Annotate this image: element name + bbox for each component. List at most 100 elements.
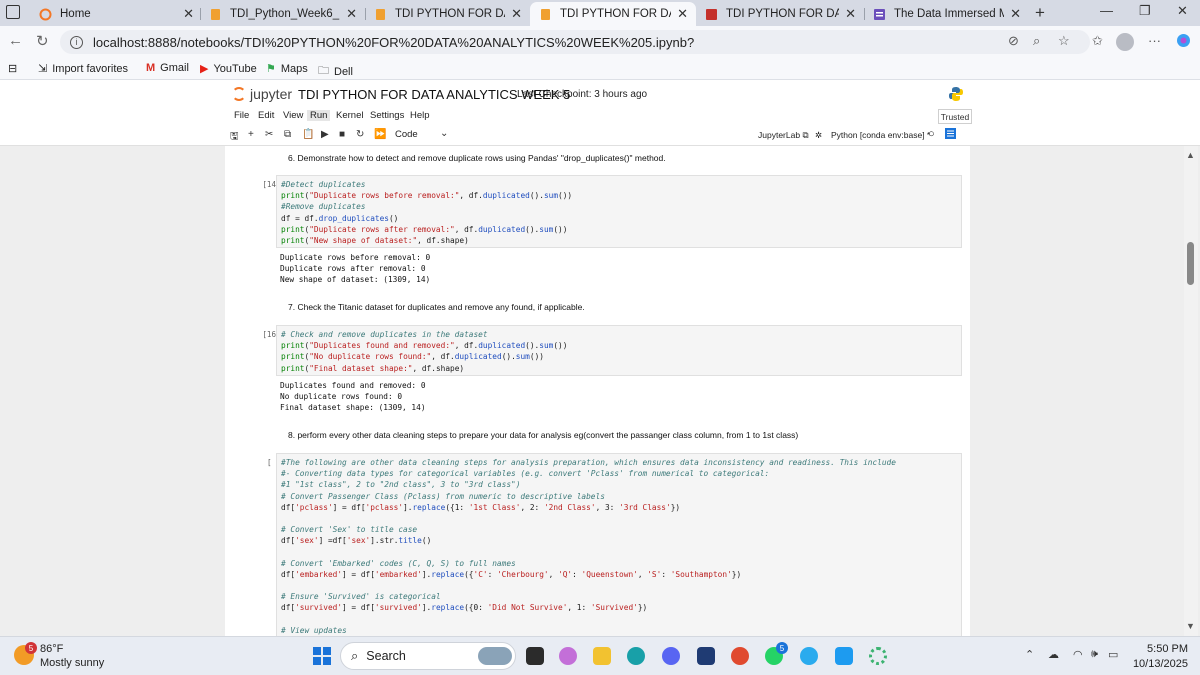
edge-app-icon[interactable] [627, 647, 645, 665]
browser-tab-tdi-active[interactable]: TDI PYTHON FOR DATA ANA ✕ [530, 2, 696, 26]
windows-start-icon[interactable] [313, 647, 331, 665]
jupyter-logo-icon [232, 87, 246, 101]
search-icon: ⌕ [351, 648, 359, 663]
copilot-app-icon[interactable] [559, 647, 577, 665]
code-cell-cleaning[interactable]: #The following are other data cleaning s… [276, 453, 962, 636]
weather-condition[interactable]: Mostly sunny [40, 657, 104, 669]
close-tab-icon[interactable]: ✕ [845, 6, 856, 22]
stop-icon[interactable]: ■ [339, 129, 345, 140]
battery-icon[interactable]: ▭ [1108, 648, 1118, 661]
close-tab-icon[interactable]: ✕ [511, 6, 522, 22]
menu-view[interactable]: View [280, 110, 306, 121]
twitter-icon[interactable] [835, 647, 853, 665]
code-cell-14[interactable]: #Detect duplicates print("Duplicate rows… [276, 175, 962, 248]
weather-temperature[interactable]: 86°F [40, 643, 63, 655]
cut-icon[interactable]: ✂ [265, 129, 273, 140]
jupyter-logo[interactable]: jupyter [232, 86, 292, 102]
kernel-name[interactable]: Python [conda env:base] * [831, 130, 930, 140]
close-tab-icon[interactable]: ✕ [346, 6, 357, 22]
browser-tab-home[interactable]: Home ✕ [30, 2, 202, 26]
store-icon[interactable] [697, 647, 715, 665]
chevron-down-icon[interactable]: ⌄ [440, 128, 448, 139]
browser-tab-week6-eda[interactable]: TDI_Python_Week6_EDA (1) ✕ [200, 2, 365, 26]
favorite-star-icon[interactable]: ☆ [1058, 33, 1070, 49]
cell-type-select[interactable]: Code [395, 129, 418, 140]
window-menu-icon[interactable] [6, 5, 20, 19]
tracking-prevention-icon[interactable]: ⊘ [1008, 33, 1019, 49]
settings-gear-icon[interactable]: ✲ [815, 130, 822, 141]
tab-title: TDI PYTHON FOR DATA ANA [395, 8, 505, 20]
chrome-icon[interactable] [731, 647, 749, 665]
site-info-icon[interactable]: i [70, 35, 83, 49]
tab-title: The Data Immersed Main Su [894, 8, 1005, 20]
favorite-maps[interactable]: ⚑ Maps [266, 62, 308, 76]
close-window-icon[interactable]: ✕ [1177, 3, 1188, 19]
favorites-toggle-icon[interactable]: ⊟ [8, 62, 17, 75]
favorite-youtube[interactable]: ▶ YouTube [200, 62, 257, 76]
loading-app-icon[interactable] [869, 647, 887, 665]
code-cell-16[interactable]: # Check and remove duplicates in the dat… [276, 325, 962, 376]
jupyterlab-link[interactable]: JupyterLab ⧉ [758, 130, 809, 141]
markdown-cell-6[interactable]: 6. Demonstrate how to detect and remove … [288, 153, 666, 163]
zoom-icon[interactable]: ⌕ [1033, 33, 1040, 49]
notebook-scrollbar[interactable] [1184, 146, 1198, 636]
menu-run[interactable]: Run [307, 110, 331, 121]
task-view-icon[interactable] [526, 647, 544, 665]
telegram-icon[interactable] [800, 647, 818, 665]
menu-kernel[interactable]: Kernel [333, 110, 366, 121]
menu-settings[interactable]: Settings [367, 110, 407, 121]
restore-icon[interactable]: ❐ [1139, 3, 1151, 19]
file-explorer-icon[interactable] [593, 647, 611, 665]
menu-edit[interactable]: Edit [255, 110, 277, 121]
show-hidden-icons-icon[interactable]: ⌃ [1025, 648, 1034, 661]
back-icon[interactable]: ← [8, 32, 23, 49]
browser-tab-data-immersed[interactable]: The Data Immersed Main Su ✕ [864, 2, 1029, 26]
favorite-dell[interactable]: 🗀 Dell [318, 62, 353, 81]
insert-cell-icon[interactable]: + [248, 129, 254, 140]
wifi-icon[interactable]: ◠ [1073, 648, 1083, 661]
scroll-down-icon[interactable]: ▼ [1186, 621, 1195, 631]
minimize-icon[interactable]: — [1100, 3, 1113, 18]
close-tab-icon[interactable]: ✕ [1010, 6, 1021, 22]
url-text[interactable]: localhost:8888/notebooks/TDI%20PYTHON%20… [93, 35, 694, 50]
refresh-icon[interactable]: ↻ [36, 32, 49, 50]
close-tab-icon[interactable]: ✕ [677, 6, 688, 22]
favorites-collection-icon[interactable]: ✩ [1092, 33, 1103, 49]
profile-avatar[interactable] [1116, 33, 1134, 51]
favorite-import[interactable]: ⇲ Import favorites [38, 62, 128, 76]
discord-icon[interactable] [662, 647, 680, 665]
menu-help[interactable]: Help [407, 110, 433, 121]
whatsapp-badge: 5 [776, 642, 788, 654]
jupyter-brand: jupyter [250, 86, 293, 102]
trusted-badge[interactable]: Trusted [938, 109, 972, 124]
onedrive-icon[interactable]: ☁ [1048, 648, 1059, 661]
gmail-icon: M [146, 62, 156, 74]
address-bar[interactable]: i localhost:8888/notebooks/TDI%20PYTHON%… [60, 30, 1090, 54]
clock-date[interactable]: 10/13/2025 [1124, 658, 1188, 670]
browser-tab-tdi-pdf[interactable]: TDI PYTHON FOR DATA ANA ✕ [696, 2, 864, 26]
clock-time[interactable]: 5:50 PM [1136, 643, 1188, 655]
more-menu-icon[interactable]: ··· [1148, 33, 1161, 48]
copy-icon[interactable]: ⧉ [284, 129, 291, 140]
save-icon[interactable]: 🖫 [230, 129, 239, 146]
markdown-cell-8[interactable]: 8. perform every other data cleaning ste… [288, 430, 798, 440]
scroll-up-icon[interactable]: ▲ [1186, 150, 1195, 160]
menu-file[interactable]: File [231, 110, 252, 121]
volume-icon[interactable]: 🕪 [1091, 648, 1098, 661]
paste-icon[interactable]: 📋 [302, 129, 314, 140]
run-icon[interactable]: ▶ [321, 129, 329, 140]
browser-tab-tdi-1[interactable]: TDI PYTHON FOR DATA ANA ✕ [365, 2, 530, 26]
new-tab-icon[interactable]: + [1035, 3, 1045, 23]
youtube-icon: ▶ [200, 63, 209, 75]
markdown-cell-7[interactable]: 7. Check the Titanic dataset for duplica… [288, 302, 585, 312]
restart-run-all-icon[interactable]: ⏩ [374, 129, 386, 140]
copilot-icon[interactable] [1176, 33, 1191, 51]
output-line: New shape of dataset: (1309, 14) [280, 275, 431, 284]
property-inspector-icon[interactable] [945, 128, 956, 141]
close-tab-icon[interactable]: ✕ [183, 6, 194, 22]
output-line: Final dataset shape: (1309, 14) [280, 403, 426, 412]
favorite-gmail[interactable]: M Gmail [146, 62, 189, 74]
scrollbar-thumb[interactable] [1187, 242, 1194, 285]
search-highlight-icon[interactable] [478, 647, 512, 665]
restart-kernel-icon[interactable]: ↻ [356, 129, 364, 140]
